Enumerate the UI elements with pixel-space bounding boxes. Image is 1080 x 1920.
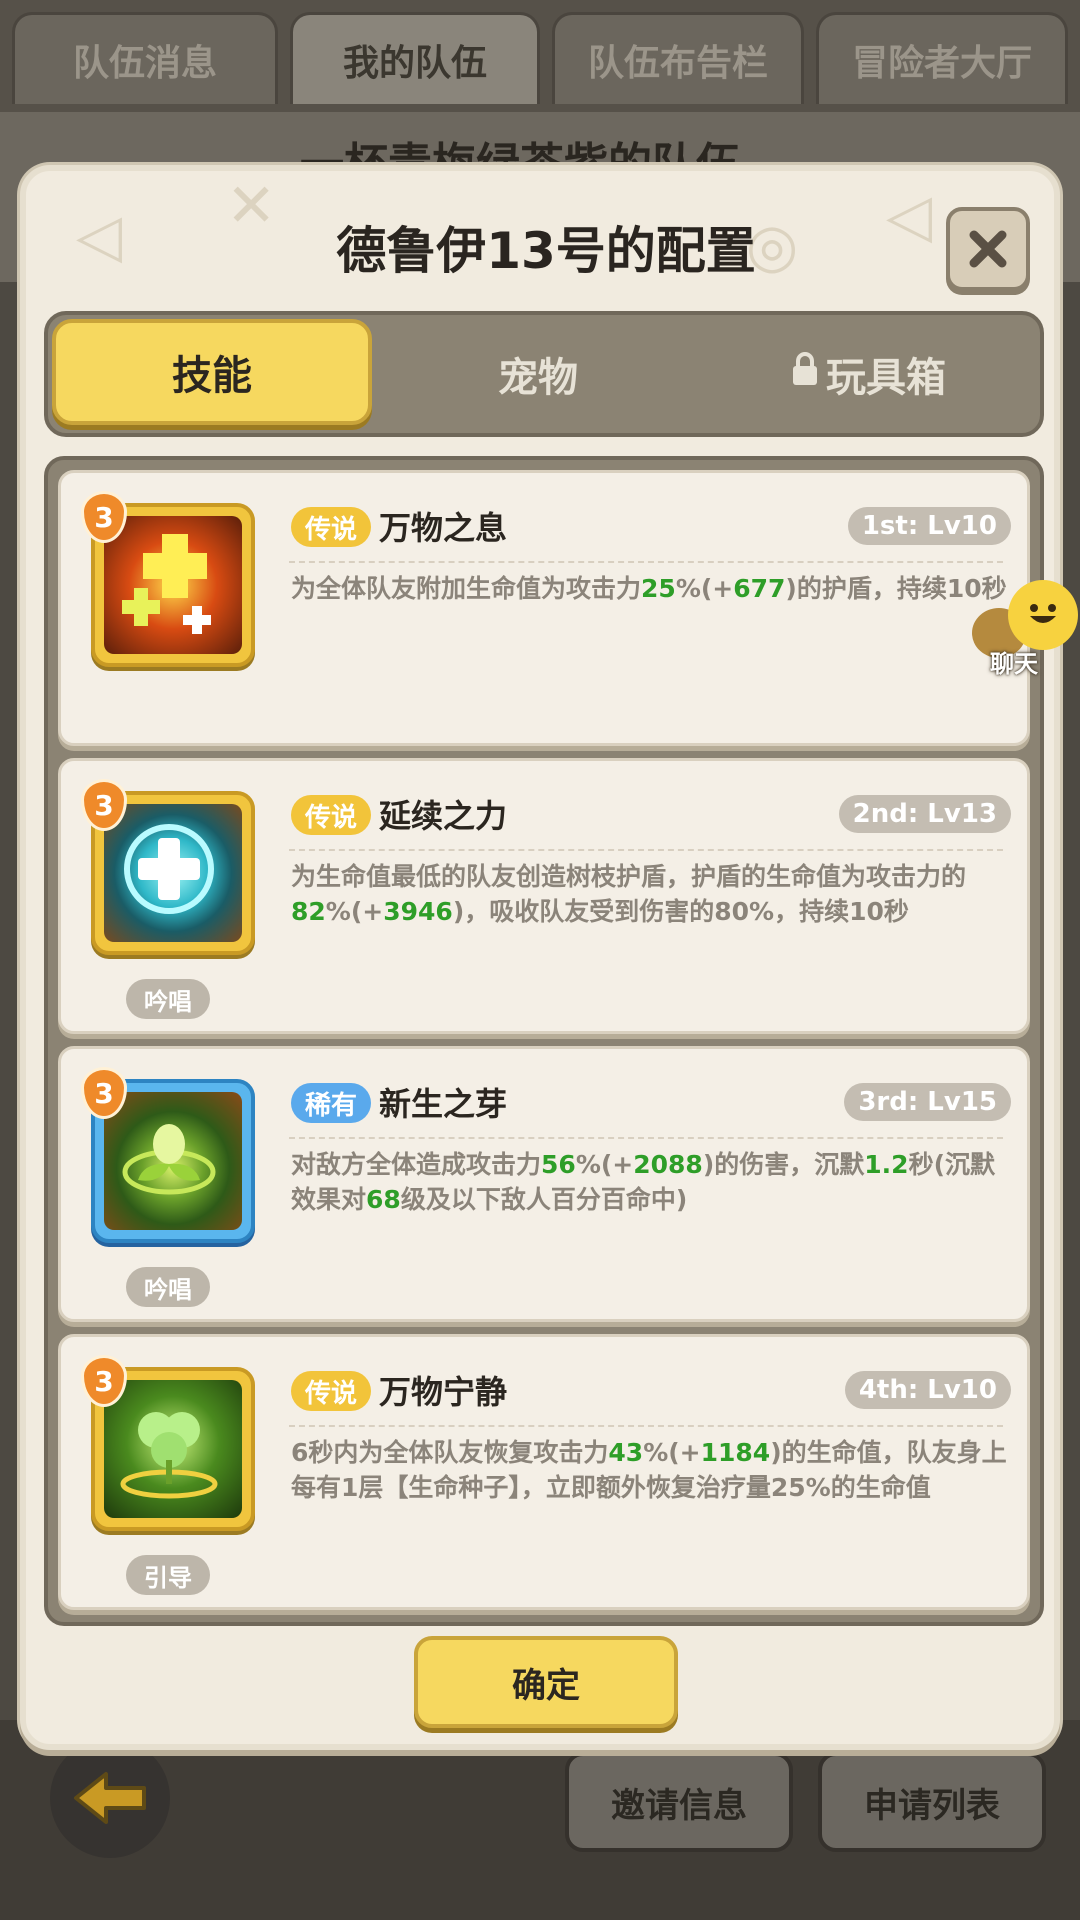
skill-slot-level: 4th: Lv10 [844,1371,1011,1409]
highlight-value: 1184 [700,1438,771,1467]
divider [289,1137,1003,1139]
dialog-title: 德鲁伊13号的配置 [336,222,756,280]
divider [289,561,1003,563]
description-text: 为生命值最低的队友创造树枝护盾，护盾的生命值为攻击力的 [291,862,967,891]
top-tab-bar: 队伍消息 我的队伍 队伍布告栏 冒险者大厅 [0,0,1080,112]
tab-my-team[interactable]: 我的队伍 [290,12,540,104]
skill-slot-level: 3rd: Lv15 [844,1083,1011,1121]
chat-button[interactable]: 聊天 [970,578,1080,678]
rarity-badge: 稀有 [291,1083,372,1123]
tab-toy-box[interactable]: 玩具箱 [708,315,1028,433]
rarity-badge: 传说 [291,795,372,835]
highlight-value: 2088 [633,1150,703,1179]
skill-card[interactable]: 3 引导 传说 万物宁静 4th: Lv10 6秒内为全体队友恢复攻击力43%(… [58,1334,1030,1610]
tab-team-messages[interactable]: 队伍消息 [12,12,278,104]
tab-team-board[interactable]: 队伍布告栏 [552,12,804,104]
skill-name: 延续之力 [379,797,508,835]
highlight-value: 82 [291,897,326,926]
heal-cross-icon [122,534,211,634]
highlight-value: 43 [608,1438,644,1467]
confirm-button[interactable]: 确定 [414,1636,678,1728]
config-dialog: ◁ ✕ ◎ ◁ 德鲁伊13号的配置 技能 宠物 玩具箱 3 传说 万物之息 1s… [20,165,1060,1750]
skill-name: 万物宁静 [379,1373,508,1411]
highlight-value: 3946 [383,897,453,926]
skill-card[interactable]: 3 传说 万物之息 1st: Lv10 为全体队友附加生命值为攻击力25%(+6… [58,470,1030,746]
skill-description: 为生命值最低的队友创造树枝护盾，护盾的生命值为攻击力的 82%(+3946)，吸收… [291,859,1011,929]
skill-slot-level: 1st: Lv10 [847,507,1011,545]
apply-list-button[interactable]: 申请列表 [818,1752,1046,1852]
divider [289,849,1003,851]
skill-icon: 3 [81,491,255,667]
skill-card[interactable]: 3 吟唱 稀有 新生之芽 3rd: Lv15 对敌方全体造成攻击力56%(+20… [58,1046,1030,1322]
heal-cross-icon [124,824,214,914]
skill-description: 为全体队友附加生命值为攻击力25%(+677)的护盾，持续10秒 [291,571,1011,606]
cast-type-tag: 吟唱 [126,979,210,1019]
highlight-value: 677 [733,574,786,603]
skill-icon: 3 [81,1067,255,1243]
highlight-value: 1.2 [864,1150,909,1179]
skill-slot-level: 2nd: Lv13 [838,795,1011,833]
cast-type-tag: 吟唱 [126,1267,210,1307]
rarity-badge: 传说 [291,1371,372,1411]
tab-toy-box-label: 玩具箱 [826,355,946,401]
tab-adventurer-hall[interactable]: 冒险者大厅 [816,12,1068,104]
skill-list: 3 传说 万物之息 1st: Lv10 为全体队友附加生命值为攻击力25%(+6… [44,456,1044,1626]
description-text: 为全体队友附加生命值为攻击力 [291,574,642,603]
sprout-icon [122,1124,216,1195]
back-button[interactable] [50,1738,170,1858]
lock-icon [790,351,820,397]
highlight-value: 56 [541,1150,576,1179]
close-button[interactable] [946,207,1030,291]
description-text: )的伤害，沉默 [702,1150,865,1179]
skill-name: 万物之息 [379,509,508,547]
cast-type-tag: 引导 [126,1555,210,1595]
rarity-badge: 传说 [291,507,372,547]
skill-icon: 3 [81,1355,255,1531]
smiley-icon [1008,580,1078,650]
arrow-left-icon [74,1772,146,1824]
description-text: %(+ [325,897,384,926]
description-text: %(+ [575,1150,634,1179]
description-text: %(+ [675,574,734,603]
description-text: 6秒内为全体队友恢复攻击力 [291,1438,609,1467]
close-icon [969,230,1007,268]
description-text: )，吸收队友受到伤害的80%，持续10秒 [452,897,909,926]
highlight-value: 68 [366,1185,401,1214]
skill-name: 新生之芽 [379,1085,508,1123]
divider [289,1425,1003,1427]
highlight-value: 25 [641,574,676,603]
config-tab-bar: 技能 宠物 玩具箱 [44,311,1044,437]
skill-icon: 3 [81,779,255,955]
skill-description: 对敌方全体造成攻击力56%(+2088)的伤害，沉默1.2秒(沉默效果对68级及… [291,1147,1011,1217]
tab-pets[interactable]: 宠物 [378,315,698,433]
chat-label: 聊天 [990,650,1038,678]
clover-icon [120,1412,218,1499]
description-text: 对敌方全体造成攻击力 [291,1150,542,1179]
invite-info-button[interactable]: 邀请信息 [565,1752,793,1852]
skill-card[interactable]: 3 吟唱 传说 延续之力 2nd: Lv13 为生命值最低的队友创造树枝护盾，护… [58,758,1030,1034]
description-text: %(+ [643,1438,701,1467]
tab-skills[interactable]: 技能 [52,319,372,425]
description-text: 级及以下敌人百分百命中) [400,1185,688,1214]
skill-description: 6秒内为全体队友恢复攻击力43%(+1184)的生命值，队友身上每有1层【生命种… [291,1435,1011,1505]
